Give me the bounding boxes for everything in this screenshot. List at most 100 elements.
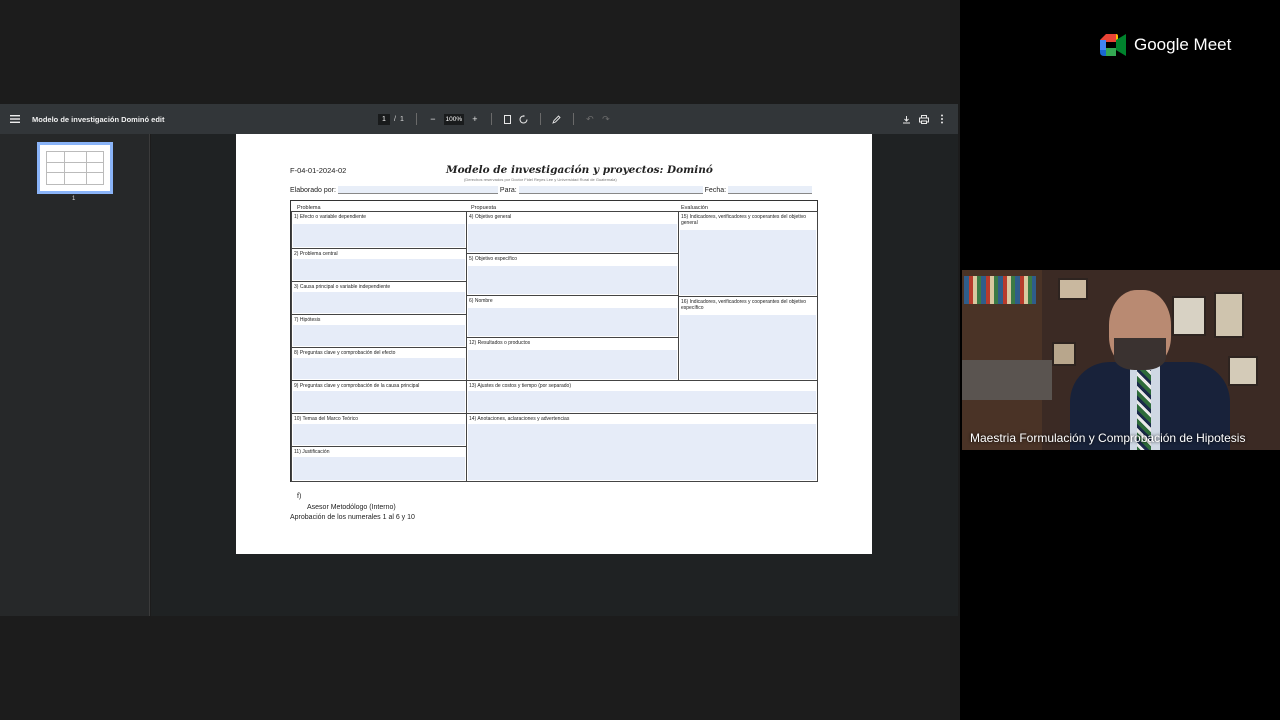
- page-total: 1: [399, 115, 404, 123]
- cell-nombre[interactable]: 6) Nombre: [466, 295, 679, 338]
- elaborado-label: Elaborado por:: [290, 187, 336, 194]
- redo-button[interactable]: ↷: [598, 111, 614, 127]
- cell-label: 6) Nombre: [469, 298, 493, 304]
- cell-objetivo-especifico[interactable]: 5) Objetivo específico: [466, 253, 679, 296]
- field-fill: [468, 424, 816, 480]
- cell-label: 12) Resultados o productos: [469, 340, 531, 346]
- more-vert-icon: [941, 114, 943, 124]
- meet-brand: Google Meet: [1134, 35, 1232, 54]
- field-fill: [293, 457, 465, 480]
- field-fill: [293, 325, 465, 346]
- field-fill: [293, 292, 465, 313]
- cell-label: 1) Efecto o variable dependiente: [294, 214, 366, 220]
- pen-icon: [552, 114, 561, 124]
- participant-beard: [1114, 338, 1166, 370]
- minus-icon: −: [430, 114, 436, 124]
- cell-label: 7) Hipótesis: [294, 317, 321, 323]
- participant-video-tile[interactable]: Maestria Formulación y Comprobación de H…: [962, 270, 1280, 450]
- field-fill: [468, 224, 677, 252]
- rotate-button[interactable]: [516, 111, 532, 127]
- cell-indicadores-general[interactable]: 15) Indicadores, verificadores y coopera…: [678, 211, 818, 297]
- cell-label: 5) Objetivo específico: [469, 256, 518, 262]
- cell-objetivo-general[interactable]: 4) Objetivo general: [466, 211, 679, 254]
- annotate-button[interactable]: [549, 111, 565, 127]
- meet-camera-icon: [1100, 34, 1126, 56]
- page-thumbnail[interactable]: [37, 142, 113, 194]
- elaborado-field[interactable]: [337, 186, 498, 194]
- asesor-label: Asesor Metodólogo (Interno): [307, 504, 396, 511]
- document-viewport[interactable]: F-04-01-2024-02 Modelo de investigación …: [151, 134, 958, 616]
- cell-marco-teorico[interactable]: 10) Temas del Marco Teórico: [291, 413, 467, 447]
- cell-label: 3) Causa principal o variable independie…: [294, 284, 391, 290]
- participant-name: Maestria Formulación y Comprobación de H…: [970, 431, 1246, 445]
- diploma-frame: [1214, 292, 1244, 338]
- books: [964, 276, 1036, 304]
- cell-label: 10) Temas del Marco Teórico: [294, 416, 359, 422]
- cell-problema-central[interactable]: 2) Problema central: [291, 248, 467, 282]
- field-fill: [293, 259, 465, 280]
- print-icon: [919, 114, 929, 124]
- redo-icon: ↷: [602, 113, 610, 124]
- cell-label: 2) Problema central: [294, 251, 338, 257]
- signature-f: f): [297, 493, 302, 500]
- field-fill: [680, 315, 816, 379]
- pdf-toolbar: Modelo de investigación Dominó edit 1 / …: [0, 104, 958, 134]
- field-fill: [468, 308, 677, 336]
- para-label: Para:: [499, 187, 517, 194]
- cell-anotaciones[interactable]: 14) Anotaciones, aclaraciones y adverten…: [466, 413, 818, 482]
- cell-preguntas-causa[interactable]: 9) Preguntas clave y comprobación de la …: [291, 380, 467, 414]
- cell-hipotesis[interactable]: 7) Hipótesis: [291, 314, 467, 348]
- cell-label: 14) Anotaciones, aclaraciones y adverten…: [469, 416, 570, 422]
- field-fill: [468, 266, 677, 294]
- undo-button[interactable]: ↶: [582, 111, 598, 127]
- para-field[interactable]: [518, 186, 703, 194]
- thumbnail-preview: [46, 151, 104, 185]
- cell-efecto[interactable]: 1) Efecto o variable dependiente: [291, 211, 467, 249]
- field-fill: [293, 424, 465, 445]
- cell-ajustes[interactable]: 13) Ajustes de costos y tiempo (por sepa…: [466, 380, 818, 414]
- fecha-label: Fecha:: [704, 187, 727, 194]
- cell-label: 16) Indicadores, verificadores y coopera…: [681, 299, 807, 311]
- page-number-input[interactable]: 1: [378, 113, 390, 125]
- zoom-input[interactable]: 100%: [443, 113, 464, 125]
- meet-side-panel: Google Meet Maestria Formulación y Compr…: [960, 0, 1280, 720]
- google-meet-logo: Google Meet: [1100, 34, 1231, 56]
- divider: [572, 113, 574, 125]
- fecha-field[interactable]: [728, 186, 813, 194]
- download-icon: [902, 115, 910, 123]
- plus-icon: +: [472, 114, 478, 124]
- zoom-in-button[interactable]: +: [467, 111, 483, 127]
- zoom-out-button[interactable]: −: [425, 111, 441, 127]
- cell-preguntas-efecto[interactable]: 8) Preguntas clave y comprobación del ef…: [291, 347, 467, 381]
- cell-indicadores-especifico[interactable]: 16) Indicadores, verificadores y coopera…: [678, 296, 818, 381]
- cell-label: 15) Indicadores, verificadores y coopera…: [681, 214, 807, 226]
- cell-justificacion[interactable]: 11) Justificación: [291, 446, 467, 482]
- page-separator: /: [394, 115, 396, 123]
- form-title: Modelo de investigación y proyectos: Dom…: [446, 164, 713, 176]
- menu-button[interactable]: [0, 104, 30, 134]
- fit-page-button[interactable]: [500, 111, 516, 127]
- undo-icon: ↶: [586, 113, 594, 124]
- divider: [415, 113, 417, 125]
- cell-label: 13) Ajustes de costos y tiempo (por sepa…: [469, 383, 571, 389]
- field-fill: [293, 224, 465, 247]
- divider: [490, 113, 492, 125]
- diploma-frame: [1228, 356, 1258, 386]
- field-fill: [468, 391, 816, 412]
- equipment: [962, 360, 1052, 400]
- cell-resultados[interactable]: 12) Resultados o productos: [466, 337, 679, 381]
- cell-label: 9) Preguntas clave y comprobación de la …: [294, 383, 420, 389]
- pdf-page: F-04-01-2024-02 Modelo de investigación …: [236, 134, 872, 554]
- rights-note: (Derechos reservados por Doctor Fidel Re…: [464, 177, 617, 182]
- cell-causa[interactable]: 3) Causa principal o variable independie…: [291, 281, 467, 315]
- cell-label: 8) Preguntas clave y comprobación del ef…: [294, 350, 396, 356]
- cell-label: 11) Justificación: [294, 449, 330, 455]
- print-button[interactable]: [916, 111, 932, 127]
- toolbar-right: [898, 104, 950, 134]
- download-button[interactable]: [898, 111, 914, 127]
- menu-icon: [10, 115, 20, 123]
- diploma-frame: [1172, 296, 1206, 336]
- field-fill: [293, 358, 465, 379]
- more-options-button[interactable]: [934, 111, 950, 127]
- field-fill: [468, 350, 677, 379]
